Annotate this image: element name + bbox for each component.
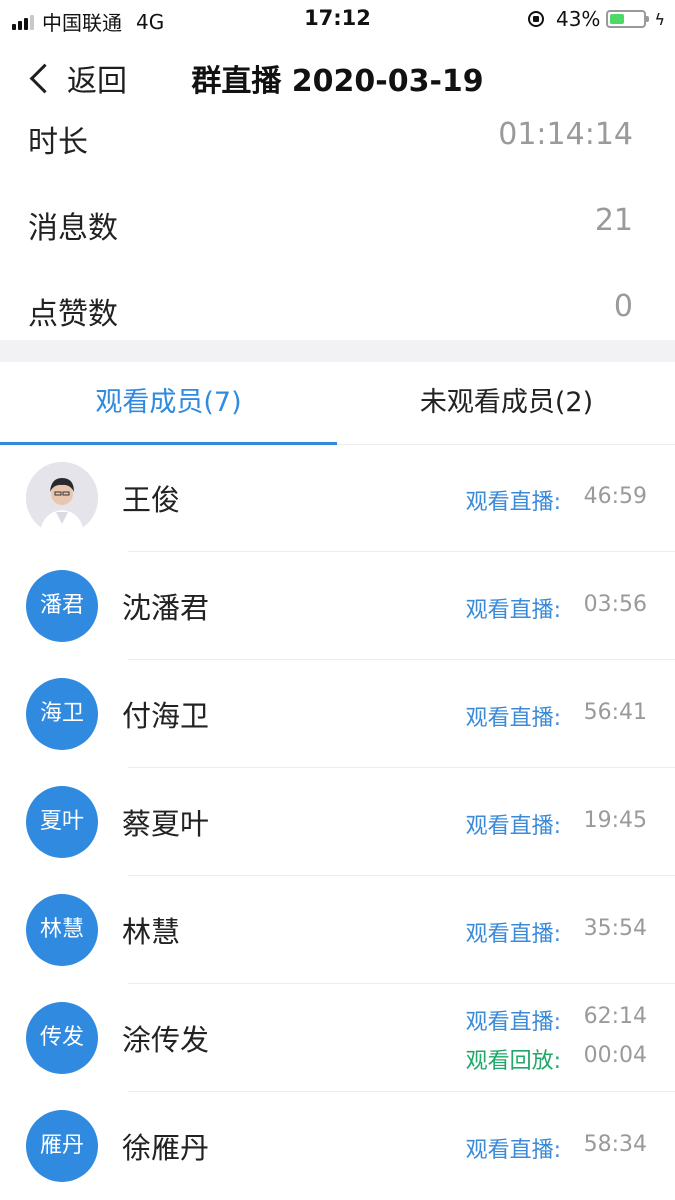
member-name: 林慧 [122, 915, 181, 949]
watch-live: 观看直播: 58:34 [466, 1132, 647, 1164]
watch-replay-label: 观看回放: [465, 1049, 561, 1074]
watch-live: 观看直播: 19:45 [466, 808, 647, 840]
battery-fill [610, 14, 625, 24]
watch-replay: 观看回放: 00:04 [466, 1043, 647, 1075]
battery-icon [606, 10, 650, 28]
stat-value: 21 [594, 203, 633, 238]
watch-live-time: 03:56 [583, 592, 647, 617]
watch-live-time: 56:41 [583, 700, 647, 725]
watch-live-label: 观看直播: [465, 1138, 561, 1163]
member-name: 付海卫 [122, 699, 210, 733]
member-tabs: 观看成员(7) 未观看成员(2) [0, 362, 675, 445]
watch-live-time: 46:59 [583, 484, 647, 509]
stat-value: 0 [613, 289, 633, 324]
watch-live: 观看直播: 35:54 [466, 916, 647, 948]
charging-icon: ϟ [654, 9, 665, 29]
stat-label: 消息数 [28, 211, 118, 246]
watch-live-time: 19:45 [583, 808, 647, 833]
page-title: 群直播 2020-03-19 [191, 64, 484, 99]
watch-live-label: 观看直播: [465, 814, 561, 839]
status-bar: 中国联通 4G 17:12 43% ϟ [0, 0, 675, 38]
stat-value: 01:14:14 [498, 117, 633, 152]
avatar: 雁丹 [26, 1110, 98, 1182]
watch-live: 观看直播: 46:59 [466, 484, 647, 516]
member-name: 徐雁丹 [122, 1131, 210, 1165]
avatar: 潘君 [26, 570, 98, 642]
avatar: 传发 [26, 1002, 98, 1074]
watch-live-label: 观看直播: [465, 490, 561, 515]
member-name: 涂传发 [122, 1023, 210, 1057]
list-item[interactable]: 潘君 沈潘君 观看直播: 03:56 [0, 552, 675, 660]
rotation-lock-icon [527, 11, 544, 27]
list-item[interactable]: 王俊 观看直播: 46:59 [0, 444, 675, 552]
avatar: 海卫 [26, 678, 98, 750]
watch-replay-time: 00:04 [583, 1043, 647, 1068]
stat-row-messages: 消息数 21 [0, 181, 675, 267]
member-name: 沈潘君 [122, 591, 210, 625]
watch-live-label: 观看直播: [465, 598, 561, 623]
avatar: 夏叶 [26, 786, 98, 858]
avatar: 林慧 [26, 894, 98, 966]
watch-live-time: 62:14 [583, 1004, 647, 1029]
avatar [26, 462, 98, 534]
list-item[interactable]: 林慧 林慧 观看直播: 35:54 [0, 876, 675, 984]
watch-live: 观看直播: 62:14 [466, 1004, 647, 1036]
status-right: 43% ϟ [527, 7, 665, 31]
section-divider [0, 340, 675, 362]
tab-unwatched-members[interactable]: 未观看成员(2) [338, 362, 675, 444]
member-name: 王俊 [122, 483, 181, 517]
watch-live-label: 观看直播: [465, 706, 561, 731]
list-item[interactable]: 海卫 付海卫 观看直播: 56:41 [0, 660, 675, 768]
member-name: 蔡夏叶 [122, 807, 210, 841]
watch-live: 观看直播: 56:41 [466, 700, 647, 732]
watch-live-label: 观看直播: [465, 922, 561, 947]
watch-live-label: 观看直播: [465, 1010, 561, 1035]
list-item[interactable]: 传发 涂传发 观看直播: 62:14 观看回放: 00:04 [0, 984, 675, 1092]
person-avatar-icon [26, 462, 98, 534]
list-item[interactable]: 雁丹 徐雁丹 观看直播: 58:34 [0, 1092, 675, 1200]
stat-label: 点赞数 [28, 297, 118, 332]
list-item[interactable]: 夏叶 蔡夏叶 观看直播: 19:45 [0, 768, 675, 876]
battery-percent: 43% [555, 7, 601, 31]
stat-row-duration: 时长 01:14:14 [0, 95, 675, 181]
watch-live: 观看直播: 03:56 [466, 592, 647, 624]
watch-live-time: 58:34 [583, 1132, 647, 1157]
watch-live-time: 35:54 [583, 916, 647, 941]
tab-watched-members[interactable]: 观看成员(7) [0, 362, 337, 444]
stat-label: 时长 [28, 125, 88, 160]
